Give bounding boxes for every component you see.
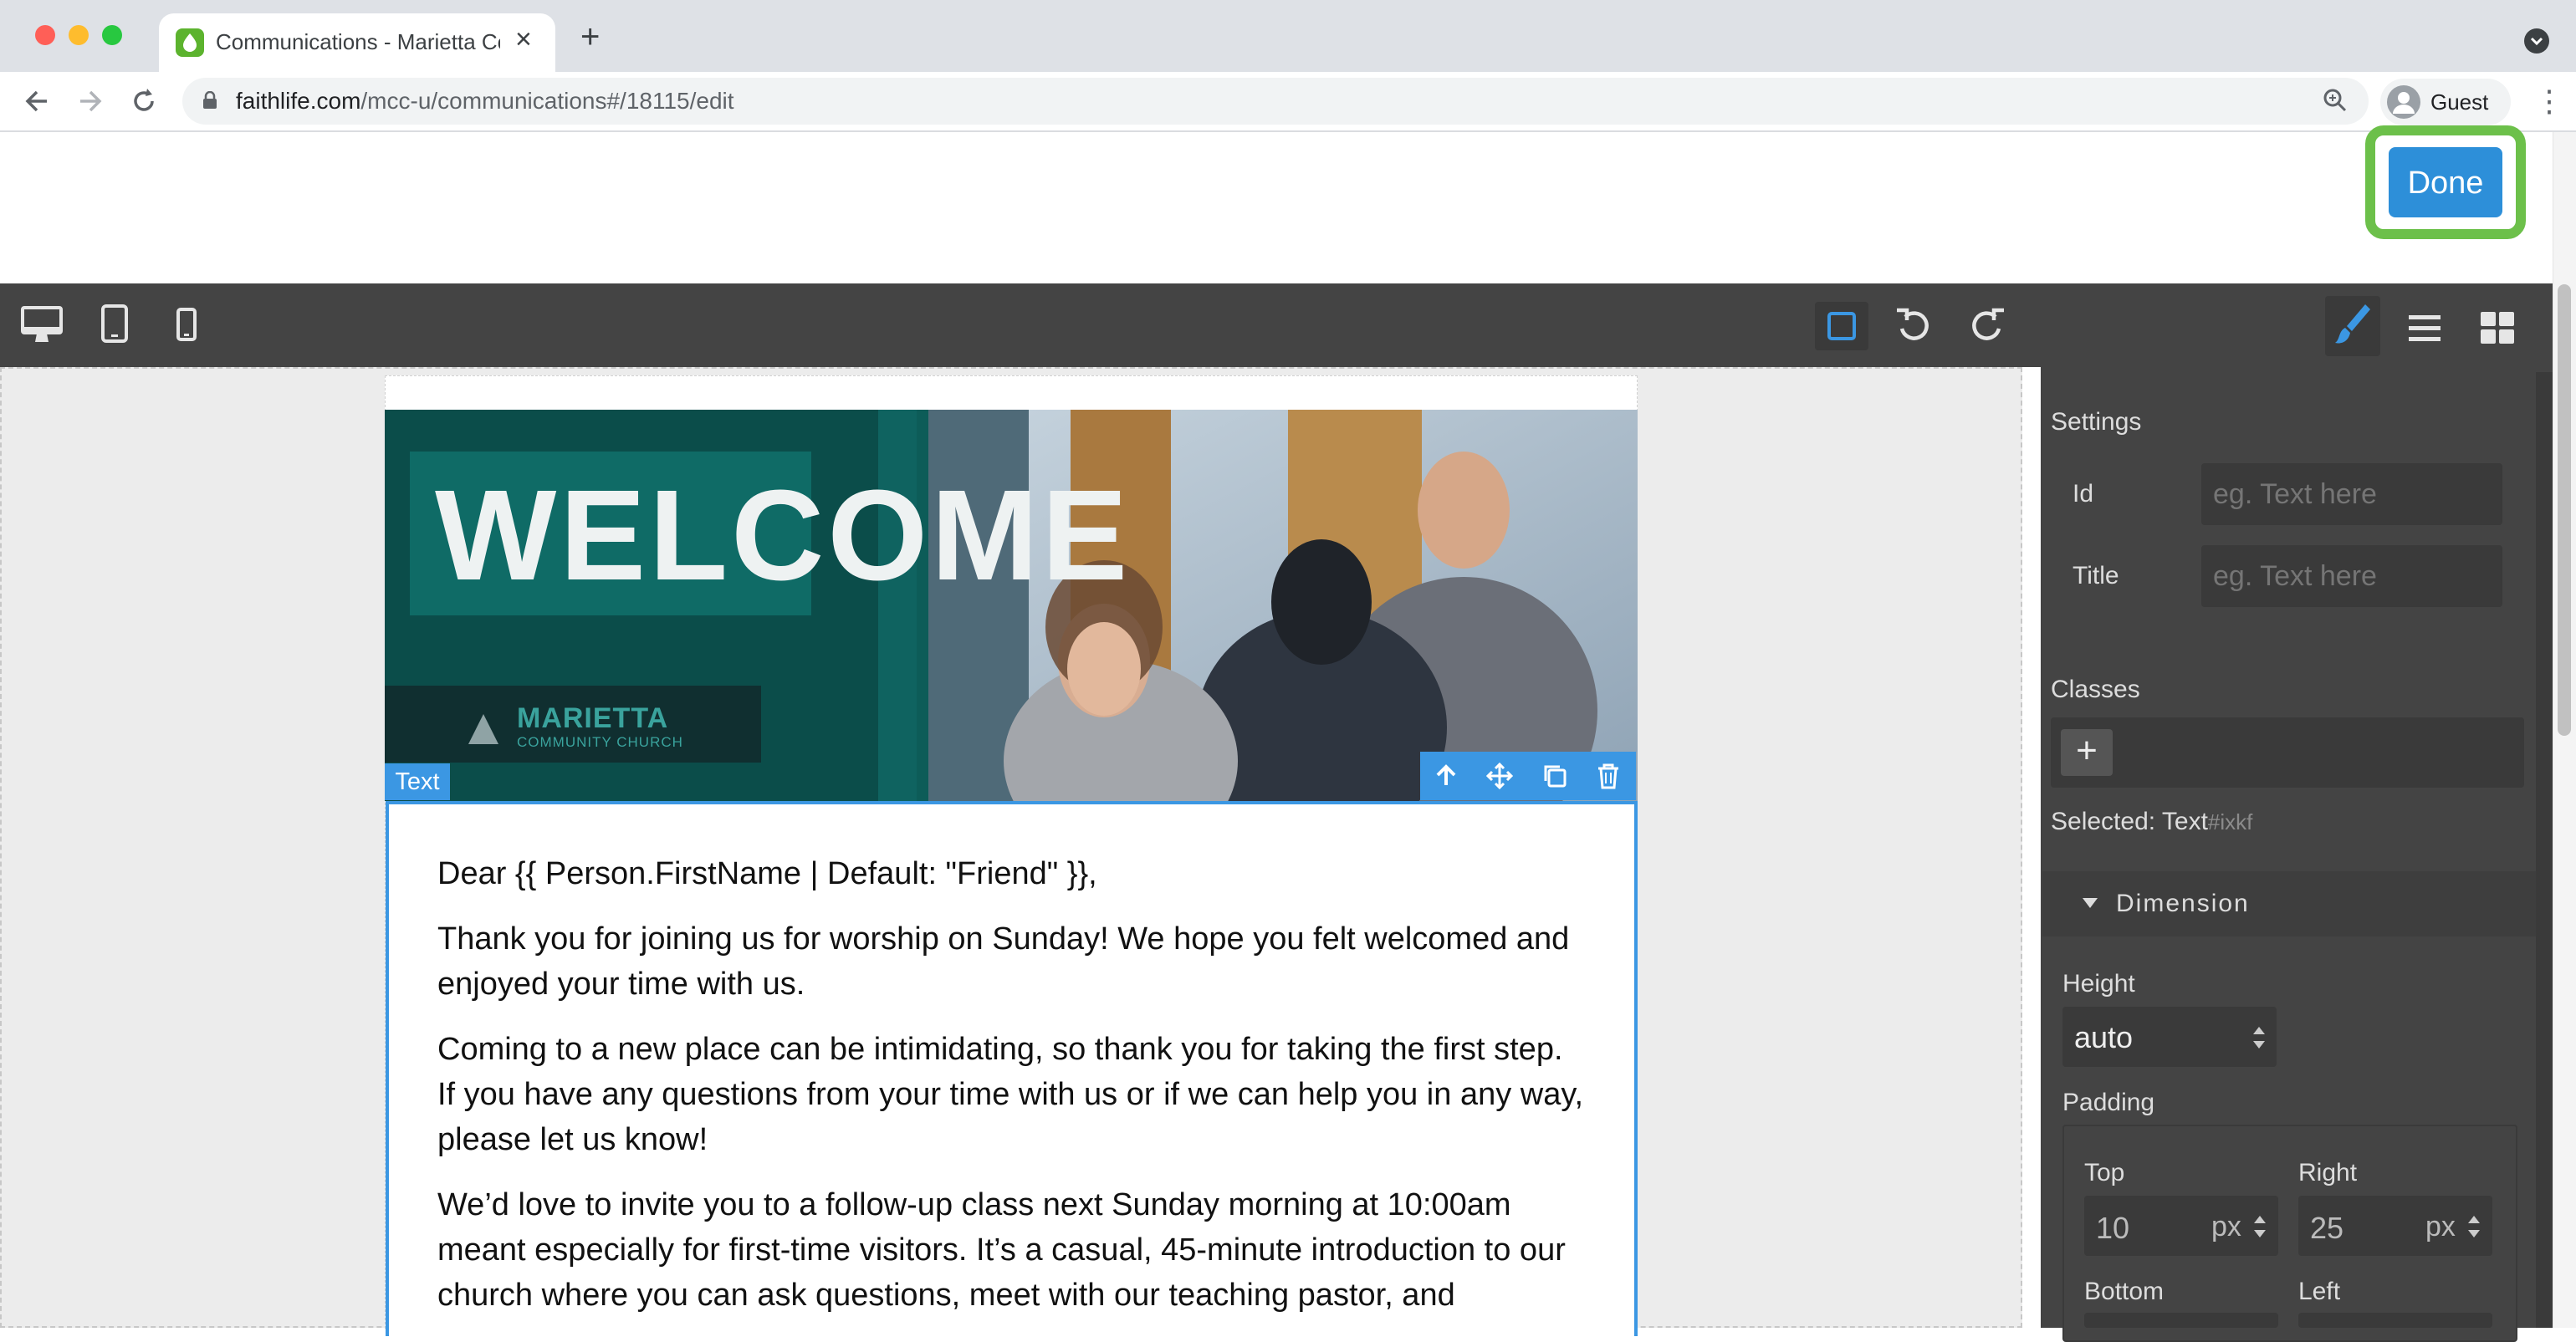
tab-title: Communications - Marietta Co [216,29,500,54]
profile-button[interactable]: Guest [2380,79,2511,125]
paragraph[interactable]: Coming to a new place can be intimidatin… [437,1027,1586,1162]
height-label: Height [2062,970,2135,998]
padding-right-input[interactable]: 25 px [2298,1196,2492,1256]
dimension-title: Dimension [2116,890,2250,917]
height-select[interactable]: auto [2062,1007,2277,1067]
text-block[interactable]: Dear {{ Person.FirstName | Default: "Fri… [386,801,1638,1336]
padding-top-label: Top [2084,1159,2125,1186]
address-bar[interactable]: faithlife.com/mcc-u/communications#/1811… [182,78,2369,125]
padding-label: Padding [2062,1089,2155,1116]
selected-id: #ixkf [2207,809,2253,834]
blocks-grid-icon[interactable] [2479,310,2516,350]
tablet-view-icon[interactable] [100,304,129,348]
undo-icon[interactable] [1894,305,1934,350]
padding-right-label: Right [2298,1159,2358,1186]
page-scrollbar-thumb[interactable] [2558,284,2571,736]
component-toolbar [1420,752,1636,800]
mobile-view-icon[interactable] [176,307,197,346]
padding-right-unit: px [2425,1211,2456,1242]
hero-image[interactable]: WELCOME MARIETTA COMMUNITY CHURCH [385,410,1638,801]
move-icon[interactable] [1485,762,1514,794]
dimension-sector-header[interactable]: Dimension [2042,871,2536,936]
panel-tabs [2041,283,2553,372]
hero-heading: WELCOME [435,463,1132,607]
close-window-icon[interactable] [35,25,55,45]
minimize-window-icon[interactable] [69,25,89,45]
stepper-arrows-icon[interactable] [2466,1212,2482,1245]
padding-left-label: Left [2298,1278,2341,1305]
id-input[interactable] [2201,463,2502,525]
browser-tab[interactable]: Communications - Marietta Co × [159,13,555,72]
select-parent-icon[interactable] [1432,762,1460,794]
url-path: /mcc-u/communications#/18115/edit [360,88,734,114]
clone-icon[interactable] [1541,762,1569,794]
paragraph[interactable]: Dear {{ Person.FirstName | Default: "Fri… [437,851,1586,896]
lock-icon [202,90,217,110]
component-outline-icon[interactable] [1815,302,1868,350]
paragraph[interactable]: We’d love to invite you to a follow-up c… [437,1182,1586,1318]
forward-arrow-icon[interactable] [75,80,105,130]
maximize-window-icon[interactable] [102,25,122,45]
padding-left-input[interactable] [2298,1313,2492,1328]
browser-menu-icon[interactable]: ⋮ [2534,84,2564,119]
padding-right-value: 25 [2310,1211,2344,1245]
reload-icon[interactable] [129,80,159,130]
hero-logo-name: MARIETTA [517,702,669,734]
title-input[interactable] [2201,545,2502,607]
classes-title: Classes [2051,676,2140,703]
url-text[interactable]: faithlife.com/mcc-u/communications#/1811… [236,88,734,115]
title-label: Title [2073,562,2119,589]
select-arrows-icon [2251,1023,2267,1056]
stepper-arrows-icon[interactable] [2251,1212,2268,1245]
avatar-icon [2387,85,2420,119]
padding-top-value: 10 [2096,1211,2130,1245]
classes-box[interactable] [2051,717,2524,788]
panel-scrollbar[interactable] [2536,372,2553,1328]
browser-tab-strip: Communications - Marietta Co × + [0,0,2576,72]
selected-component-badge: Text [385,763,450,800]
selected-name: Text [2161,808,2208,835]
padding-top-input[interactable]: 10 px [2084,1196,2278,1256]
desktop-view-icon[interactable] [20,305,64,350]
padding-bottom-input[interactable] [2084,1313,2278,1328]
height-value: auto [2074,1020,2134,1054]
tab-close-icon[interactable]: × [515,23,532,56]
zoom-icon[interactable] [2322,86,2349,121]
browser-toolbar: faithlife.com/mcc-u/communications#/1811… [0,72,2576,132]
profile-label: Guest [2430,89,2489,115]
selected-info: Selected: Text#ixkf [2051,808,2252,836]
done-button[interactable]: Done [2389,147,2502,217]
settings-title: Settings [2051,408,2142,436]
layer-manager-icon[interactable] [2407,312,2442,350]
hero-logo-sub: COMMUNITY CHURCH [517,734,683,750]
back-arrow-icon[interactable] [22,80,52,130]
caret-down-icon [2081,896,2099,914]
selected-label: Selected: [2051,808,2156,835]
id-label: Id [2073,480,2094,508]
padding-top-unit: px [2211,1211,2241,1242]
tab-search-icon[interactable] [2524,28,2549,54]
faithlife-favicon-icon [176,28,204,57]
delete-icon[interactable] [1594,762,1623,794]
padding-bottom-label: Bottom [2084,1278,2165,1305]
add-class-button[interactable]: + [2061,729,2113,776]
url-domain: faithlife.com [236,88,361,114]
paragraph[interactable]: Thank you for joining us for worship on … [437,916,1586,1007]
new-tab-icon[interactable]: + [580,18,600,56]
redo-icon[interactable] [1967,305,2007,350]
style-manager-tab[interactable] [2325,296,2380,356]
